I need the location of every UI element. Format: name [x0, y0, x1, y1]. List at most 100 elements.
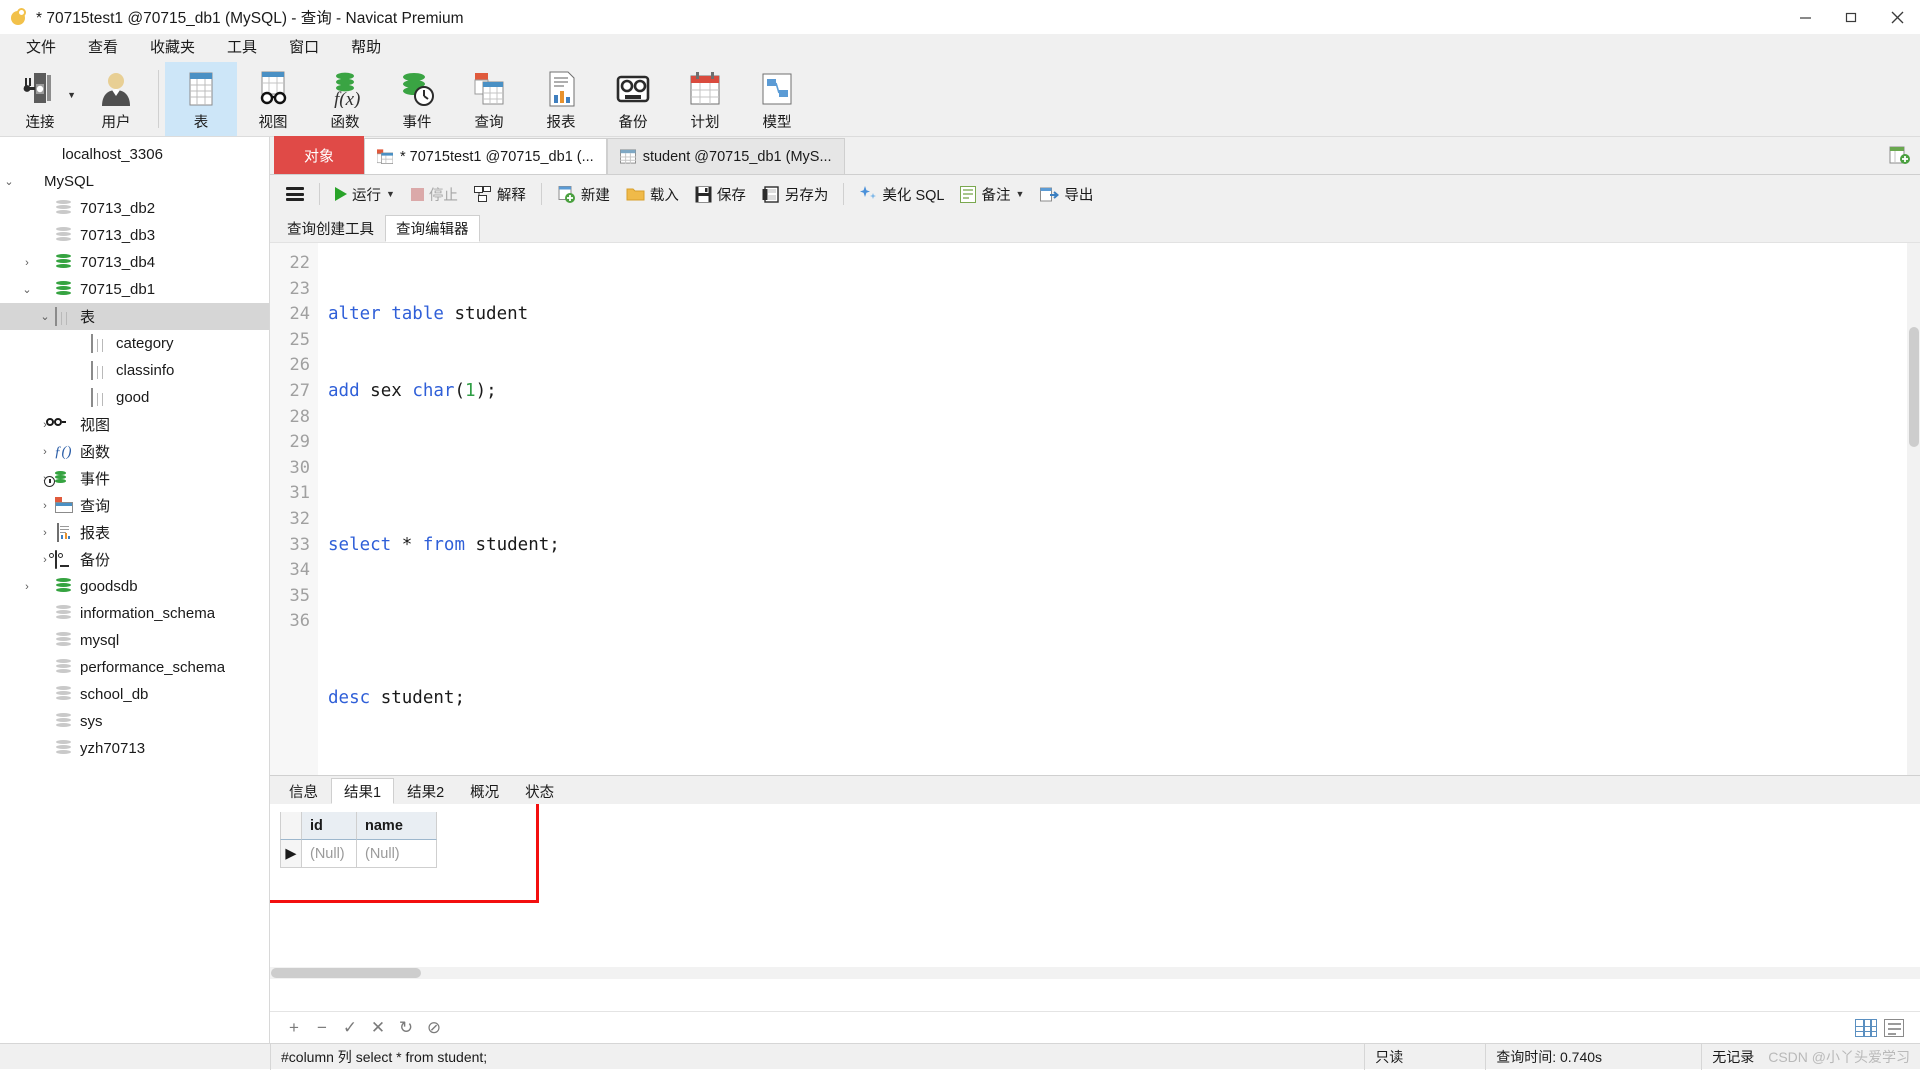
- new-tab-icon[interactable]: [1880, 136, 1920, 174]
- tree-item-yzh70713[interactable]: yzh70713: [0, 735, 269, 762]
- tree-item-70713-db3[interactable]: 70713_db3: [0, 222, 269, 249]
- chevron-right-icon[interactable]: ›: [18, 257, 36, 269]
- tab-profile[interactable]: 概况: [457, 778, 512, 804]
- form-view-icon[interactable]: [1880, 1014, 1908, 1042]
- ribbon-query-button[interactable]: 查询: [453, 62, 525, 136]
- export-button[interactable]: 导出: [1032, 179, 1101, 209]
- chevron-down-icon[interactable]: ▼: [386, 189, 395, 199]
- delete-record-button[interactable]: −: [308, 1014, 336, 1042]
- row-marker-icon[interactable]: ▶: [280, 840, 302, 868]
- object-tree-sidebar[interactable]: localhost_3306 ⌄ MySQL 70713_db2 70713_d…: [0, 137, 270, 1043]
- note-button[interactable]: 备注 ▼: [952, 179, 1032, 209]
- apply-change-button[interactable]: ✓: [336, 1014, 364, 1042]
- ribbon-schedule-button[interactable]: 计划: [669, 62, 741, 136]
- refresh-button[interactable]: ↻: [392, 1014, 420, 1042]
- tab-table-student[interactable]: student @70715_db1 (MyS...: [606, 138, 845, 174]
- chevron-right-icon[interactable]: ›: [18, 581, 36, 593]
- object-button[interactable]: 对象: [274, 136, 364, 174]
- ribbon-event-button[interactable]: 事件: [381, 62, 453, 136]
- ribbon-connection-button[interactable]: 连接 ▼: [0, 62, 80, 136]
- tree-item-mysql[interactable]: ⌄ MySQL: [0, 168, 269, 195]
- tree-item-good[interactable]: good: [0, 384, 269, 411]
- tree-item-performance-schema[interactable]: performance_schema: [0, 654, 269, 681]
- column-header-name[interactable]: name: [357, 812, 437, 840]
- chevron-right-icon[interactable]: ›: [36, 527, 54, 539]
- grid-scrollbar-thumb[interactable]: [271, 968, 421, 978]
- tab-status[interactable]: 状态: [512, 778, 567, 804]
- beautify-sql-button[interactable]: 美化 SQL: [851, 179, 952, 209]
- tree-item-views[interactable]: › 视图: [0, 411, 269, 438]
- column-header-id[interactable]: id: [302, 812, 357, 840]
- ribbon-view-button[interactable]: 视图: [237, 62, 309, 136]
- minimize-button[interactable]: [1782, 0, 1828, 34]
- tree-item-classinfo[interactable]: classinfo: [0, 357, 269, 384]
- tree-item-events[interactable]: › 事件: [0, 465, 269, 492]
- run-button[interactable]: 运行 ▼: [327, 179, 403, 209]
- grid-horizontal-scrollbar[interactable]: [270, 967, 1920, 979]
- tree-item-mysql-db[interactable]: mysql: [0, 627, 269, 654]
- editor-scrollbar-thumb[interactable]: [1909, 327, 1919, 447]
- ribbon-table-button[interactable]: 表: [165, 62, 237, 136]
- editor-scrollbar[interactable]: [1907, 243, 1920, 775]
- tree-item-queries[interactable]: › 查询: [0, 492, 269, 519]
- tree-item-sys[interactable]: sys: [0, 708, 269, 735]
- table-row[interactable]: ▶ (Null) (Null): [280, 840, 437, 868]
- cell-name[interactable]: (Null): [357, 840, 437, 868]
- tab-info[interactable]: 信息: [276, 778, 331, 804]
- result-grid-wrapper[interactable]: id name ▶ (Null) (Null): [270, 804, 1920, 1011]
- explain-button[interactable]: 解释: [466, 179, 534, 209]
- grid-view-icon[interactable]: [1852, 1014, 1880, 1042]
- tree-item-localhost[interactable]: localhost_3306: [0, 141, 269, 168]
- close-button[interactable]: [1874, 0, 1920, 34]
- tab-result2[interactable]: 结果2: [394, 778, 457, 804]
- chevron-down-icon[interactable]: ▼: [67, 90, 76, 100]
- ribbon-function-button[interactable]: f(x) 函数: [309, 62, 381, 136]
- chevron-down-icon[interactable]: ⌄: [0, 175, 18, 188]
- stop-button[interactable]: 停止: [403, 179, 466, 209]
- menu-item-tools[interactable]: 工具: [211, 34, 273, 62]
- save-button[interactable]: 保存: [687, 179, 754, 209]
- ribbon-report-button[interactable]: 报表: [525, 62, 597, 136]
- new-query-button[interactable]: 新建: [549, 179, 618, 209]
- chevron-down-icon[interactable]: ▼: [1015, 189, 1024, 199]
- tree-item-functions[interactable]: › ƒ() 函数: [0, 438, 269, 465]
- add-record-button[interactable]: +: [280, 1014, 308, 1042]
- query-menu-button[interactable]: [278, 179, 312, 209]
- tree-item-goodsdb[interactable]: › goodsdb: [0, 573, 269, 600]
- menu-item-window[interactable]: 窗口: [273, 34, 335, 62]
- ribbon-model-button[interactable]: 模型: [741, 62, 813, 136]
- tree-item-70715-db1[interactable]: ⌄ 70715_db1: [0, 276, 269, 303]
- tree-item-70713-db4[interactable]: › 70713_db4: [0, 249, 269, 276]
- menu-item-help[interactable]: 帮助: [335, 34, 397, 62]
- sql-editor[interactable]: 22 23 24 25 26 27 28 29 30 31 32 33 34 3…: [270, 242, 1920, 775]
- tree-item-tables[interactable]: ⌄ 表: [0, 303, 269, 330]
- sql-code-area[interactable]: alter table student add sex char(1); sel…: [318, 243, 1920, 775]
- save-as-button[interactable]: 另存为: [754, 179, 837, 209]
- chevron-down-icon[interactable]: ⌄: [18, 283, 36, 296]
- status-bar: #column 列 select * from student; 只读 查询时间…: [0, 1043, 1920, 1070]
- tree-item-category[interactable]: category: [0, 330, 269, 357]
- tab-query-builder[interactable]: 查询创建工具: [276, 215, 385, 242]
- menu-item-view[interactable]: 查看: [72, 34, 134, 62]
- tab-result1[interactable]: 结果1: [331, 778, 395, 804]
- chevron-right-icon[interactable]: ›: [36, 500, 54, 512]
- cell-id[interactable]: (Null): [302, 840, 357, 868]
- cancel-change-button[interactable]: ✕: [364, 1014, 392, 1042]
- ribbon-user-button[interactable]: 用户: [80, 62, 152, 136]
- menu-item-file[interactable]: 文件: [10, 34, 72, 62]
- tree-item-backups[interactable]: › 备份: [0, 546, 269, 573]
- chevron-right-icon[interactable]: ›: [36, 446, 54, 458]
- tree-item-information-schema[interactable]: information_schema: [0, 600, 269, 627]
- tree-item-school-db[interactable]: school_db: [0, 681, 269, 708]
- tree-item-reports[interactable]: › 报表: [0, 519, 269, 546]
- result-grid[interactable]: id name ▶ (Null) (Null): [280, 812, 437, 868]
- maximize-button[interactable]: [1828, 0, 1874, 34]
- stop-loading-button[interactable]: ⊘: [420, 1014, 448, 1042]
- tab-query-70715test1[interactable]: * 70715test1 @70715_db1 (...: [364, 138, 607, 174]
- menu-item-favorites[interactable]: 收藏夹: [134, 34, 211, 62]
- tree-item-70713-db2[interactable]: 70713_db2: [0, 195, 269, 222]
- chevron-down-icon[interactable]: ⌄: [36, 310, 54, 323]
- ribbon-backup-button[interactable]: 备份: [597, 62, 669, 136]
- tab-query-editor[interactable]: 查询编辑器: [385, 215, 480, 242]
- load-button[interactable]: 载入: [618, 179, 687, 209]
